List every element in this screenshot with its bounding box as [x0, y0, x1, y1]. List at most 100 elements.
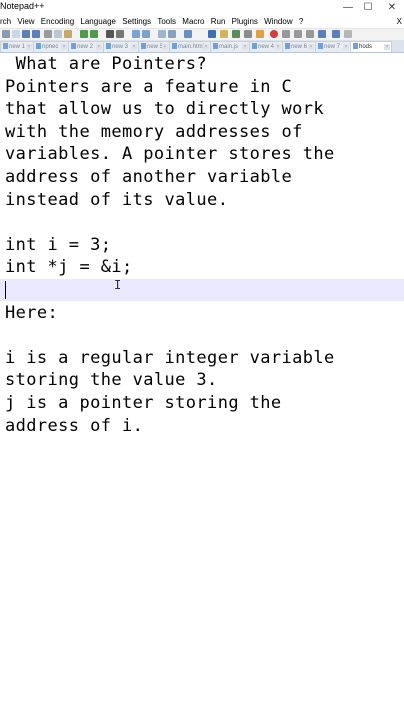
close-tab-icon[interactable]: ×	[131, 44, 137, 50]
editor-line[interactable]	[5, 211, 404, 234]
menu-help[interactable]: ?	[297, 15, 305, 28]
editor-line[interactable]: i is a regular integer variable	[5, 347, 404, 370]
editor-line[interactable]: storing the value 3.	[5, 369, 404, 392]
editor-line[interactable]: with the memory addresses of	[5, 121, 404, 144]
window-title: Notepad++	[0, 1, 45, 11]
indent-guide-icon[interactable]	[184, 30, 192, 38]
close-tab-icon[interactable]: ×	[61, 44, 67, 50]
spell-check-icon[interactable]	[332, 30, 340, 38]
editor-line[interactable]: What are Pointers?	[5, 53, 404, 76]
file-icon	[213, 43, 218, 50]
close-document-button[interactable]: X	[397, 15, 402, 28]
record-macro-icon[interactable]	[270, 30, 278, 38]
play-multiple-icon[interactable]	[306, 30, 314, 38]
menu-plugins[interactable]: Plugins	[230, 15, 260, 28]
tab-new-2[interactable]: new 2 ×	[68, 41, 104, 52]
save-macro-icon[interactable]	[318, 30, 326, 38]
menu-bar: rch View Encoding Language Settings Tool…	[0, 15, 404, 28]
menu-window[interactable]: Window	[262, 15, 294, 28]
editor-line[interactable]: j is a pointer storing the	[5, 392, 404, 415]
monitor-icon[interactable]	[244, 30, 252, 38]
extra-icon[interactable]	[344, 30, 352, 38]
close-tab-icon[interactable]: ×	[96, 44, 102, 50]
tab-label: main.html	[178, 44, 205, 50]
editor-line[interactable]: address of another variable	[5, 166, 404, 189]
tab-label: hods	[359, 44, 373, 50]
folder-icon[interactable]	[208, 30, 216, 38]
find-icon[interactable]	[106, 30, 114, 38]
editor-line[interactable]: int i = 3;	[5, 234, 404, 257]
doc-map-icon[interactable]	[232, 30, 240, 38]
menu-settings[interactable]: Settings	[120, 15, 153, 28]
file-icon	[71, 43, 76, 50]
editor-line[interactable]: that allow us to directly work	[5, 98, 404, 121]
menu-language[interactable]: Language	[78, 15, 118, 28]
file-icon	[285, 43, 290, 50]
tab-new-7[interactable]: new 7 ×	[315, 41, 351, 52]
editor-area[interactable]: What are Pointers? Pointers are a featur…	[0, 53, 404, 720]
copy-icon[interactable]	[54, 30, 62, 38]
play-macro-icon[interactable]	[294, 30, 302, 38]
menu-macro[interactable]: Macro	[180, 15, 206, 28]
tab-new-6[interactable]: new 6 ×	[282, 41, 316, 52]
tab-label: new 5	[147, 44, 164, 50]
sync-scroll-icon[interactable]	[158, 30, 166, 38]
editor-line[interactable]: Pointers are a feature in C	[5, 76, 404, 99]
close-tab-icon[interactable]: ×	[242, 44, 248, 50]
ibeam-cursor-icon: I	[114, 278, 122, 292]
close-tab-icon[interactable]: ×	[343, 44, 349, 50]
tab-hods[interactable]: hods ×	[350, 41, 392, 52]
menu-tools[interactable]: Tools	[155, 15, 178, 28]
tab-new-5[interactable]: new 5 ×	[138, 41, 170, 52]
tab-bar: new 1 × npnec × new 2 × new 3 × new 5 × main.…	[0, 40, 404, 53]
paste-icon[interactable]	[64, 30, 72, 38]
menu-view[interactable]: View	[15, 15, 36, 28]
maximize-button[interactable]: ☐	[358, 0, 378, 15]
editor-line[interactable]: variables. A pointer stores the	[5, 143, 404, 166]
close-tab-icon[interactable]: ×	[203, 44, 209, 50]
tab-new-3[interactable]: new 3 ×	[103, 41, 139, 52]
save-icon[interactable]	[22, 30, 30, 38]
folder-workspace-icon[interactable]	[256, 30, 264, 38]
tab-new-1[interactable]: new 1 ×	[0, 41, 34, 52]
minimize-button[interactable]: —	[338, 0, 358, 15]
editor-line[interactable]: Here:	[5, 302, 404, 325]
close-tab-icon[interactable]: ×	[26, 44, 32, 50]
file-icon	[106, 43, 111, 50]
tab-main-js[interactable]: main.js ×	[210, 41, 250, 52]
redo-icon[interactable]	[90, 30, 98, 38]
tab-label: new 1	[9, 44, 26, 50]
wrap-icon[interactable]	[168, 30, 176, 38]
close-tab-icon[interactable]: ×	[275, 44, 281, 50]
function-list-icon[interactable]	[220, 30, 228, 38]
scissors-icon[interactable]	[44, 30, 52, 38]
file-icon	[141, 43, 146, 50]
menu-search[interactable]: rch	[0, 15, 13, 28]
replace-icon[interactable]	[116, 30, 124, 38]
new-file-icon[interactable]	[12, 30, 20, 38]
editor-line[interactable]	[5, 324, 404, 347]
close-tab-icon[interactable]: ×	[384, 44, 390, 50]
tab-new-4[interactable]: new 4 ×	[249, 41, 283, 52]
menu-encoding[interactable]: Encoding	[39, 15, 76, 28]
file-icon	[172, 43, 177, 50]
tab-label: new 4	[258, 44, 275, 50]
editor-line[interactable]: address of i.	[5, 415, 404, 438]
undo-icon[interactable]	[80, 30, 88, 38]
save-all-icon[interactable]	[32, 30, 40, 38]
zoom-out-icon[interactable]	[142, 30, 150, 38]
tab-npnec[interactable]: npnec ×	[33, 41, 69, 52]
close-tab-icon[interactable]: ×	[308, 44, 314, 50]
editor-line[interactable]: int *j = &i;	[5, 256, 404, 279]
close-tab-icon[interactable]: ×	[162, 44, 168, 50]
cut-icon[interactable]	[2, 30, 10, 38]
editor-line[interactable]: instead of its value.	[5, 189, 404, 212]
close-button[interactable]: ✕	[382, 0, 402, 15]
stop-macro-icon[interactable]	[282, 30, 290, 38]
file-icon	[3, 43, 8, 50]
menu-run[interactable]: Run	[209, 15, 228, 28]
file-icon	[252, 43, 257, 50]
tab-main-html[interactable]: main.html ×	[169, 41, 211, 52]
editor-line[interactable]	[5, 279, 404, 302]
zoom-in-icon[interactable]	[132, 30, 140, 38]
